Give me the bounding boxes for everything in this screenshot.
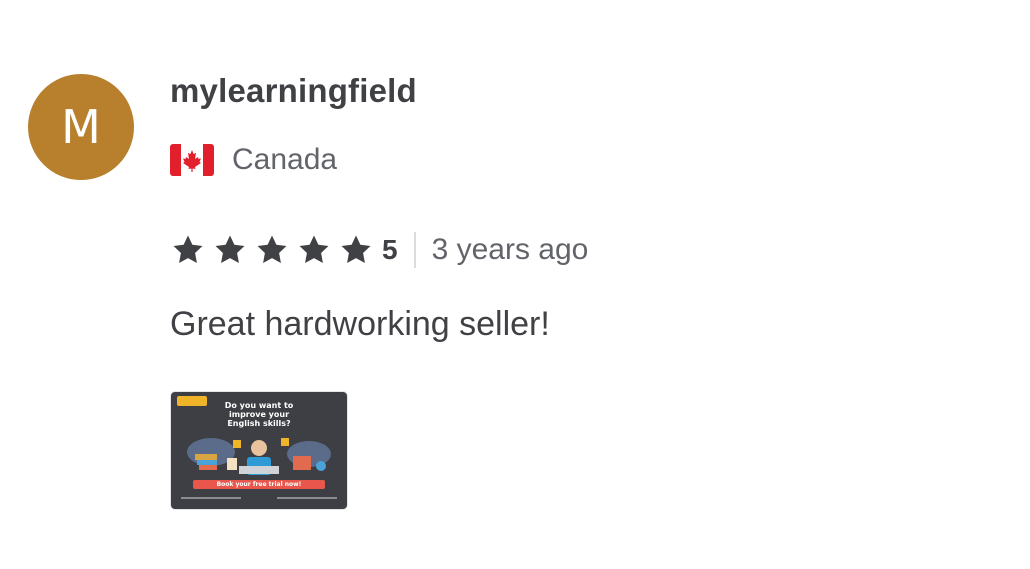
- review-text: Great hardworking seller!: [170, 305, 550, 343]
- star-icon: [299, 235, 329, 264]
- avatar[interactable]: M: [28, 74, 134, 180]
- divider: [413, 232, 416, 268]
- review-time: 3 years ago: [431, 233, 589, 266]
- reviewer-username[interactable]: mylearningfield: [170, 72, 417, 110]
- attachment-illustration: [187, 438, 331, 475]
- star-icon: [257, 235, 287, 264]
- attachment-cta: Book your free trial now!: [193, 480, 325, 489]
- star-rating: [170, 233, 378, 267]
- reviewer-country: Canada: [170, 140, 337, 180]
- attachment-headline: Do you want to improve your English skil…: [224, 401, 294, 428]
- avatar-initial: M: [61, 100, 101, 154]
- rating-row: 5 3 years ago: [170, 228, 588, 272]
- attachment-footer: [181, 495, 337, 505]
- star-icon: [173, 235, 203, 264]
- review-attachment-thumbnail[interactable]: Do you want to improve your English skil…: [171, 392, 347, 509]
- review-card: M mylearningfield Canada 5 3 years ago G…: [0, 0, 1030, 569]
- canada-flag-icon: [170, 144, 214, 176]
- country-name: Canada: [232, 143, 338, 176]
- star-icon: [215, 235, 245, 264]
- rating-score: 5: [382, 234, 398, 265]
- star-icon: [341, 235, 371, 264]
